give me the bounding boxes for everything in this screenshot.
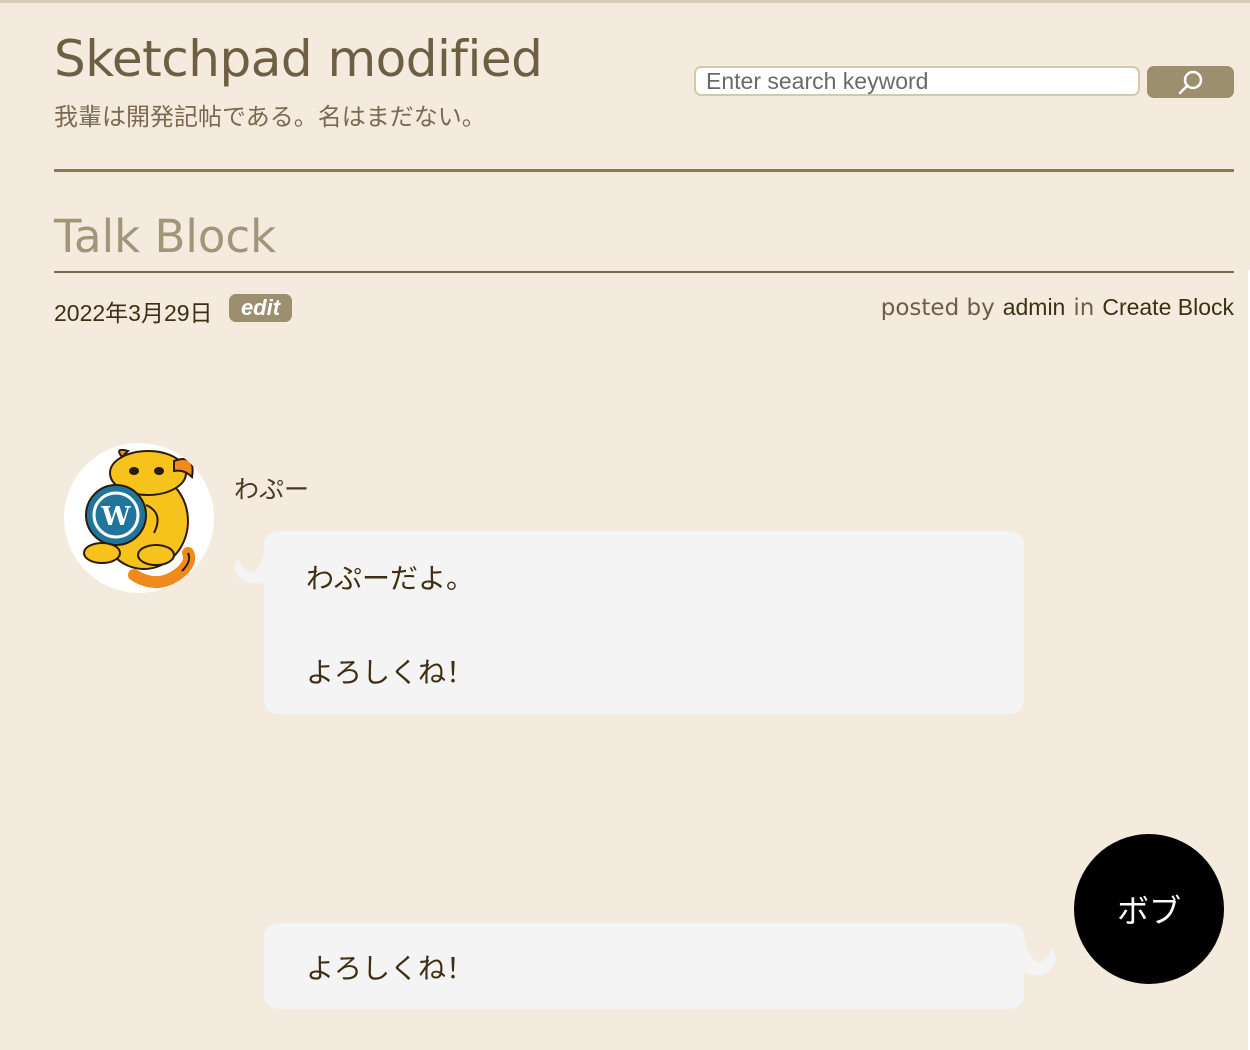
wapuu-avatar: W [64, 443, 214, 593]
post-date: 2022年3月29日 [54, 300, 213, 326]
svg-text:W: W [100, 502, 131, 532]
post-meta: posted by admin in Create Block [881, 294, 1234, 321]
posted-by-label: posted by [880, 295, 995, 321]
speaker-name: わぷー [234, 475, 310, 504]
talk-line: わぷーだよ。 [306, 562, 475, 595]
search-input[interactable] [694, 66, 1140, 96]
post-title[interactable]: Talk Block [54, 210, 276, 263]
top-border [0, 0, 1250, 3]
search-button[interactable] [1147, 66, 1234, 98]
search-icon [1178, 70, 1202, 95]
title-divider [54, 271, 1234, 273]
author-link[interactable]: admin [1003, 294, 1066, 320]
bob-avatar: ボブ [1074, 834, 1224, 984]
talk-bubble: よろしくね！ [264, 923, 1024, 1009]
in-label: in [1073, 295, 1095, 321]
site-title[interactable]: Sketchpad modified [54, 30, 543, 88]
talk-line: よろしくね！ [306, 952, 475, 985]
bubble-tail [1024, 936, 1056, 976]
bubble-tail [234, 546, 266, 584]
category-link[interactable]: Create Block [1102, 294, 1234, 320]
talk-line: よろしくね！ [306, 656, 475, 689]
edit-link[interactable]: edit [229, 294, 292, 322]
header-divider [54, 169, 1234, 172]
site-tagline: 我輩は開発記帖である。名はまだない。 [54, 103, 486, 131]
talk-bubble: わぷーだよ。 よろしくね！ [264, 531, 1024, 714]
